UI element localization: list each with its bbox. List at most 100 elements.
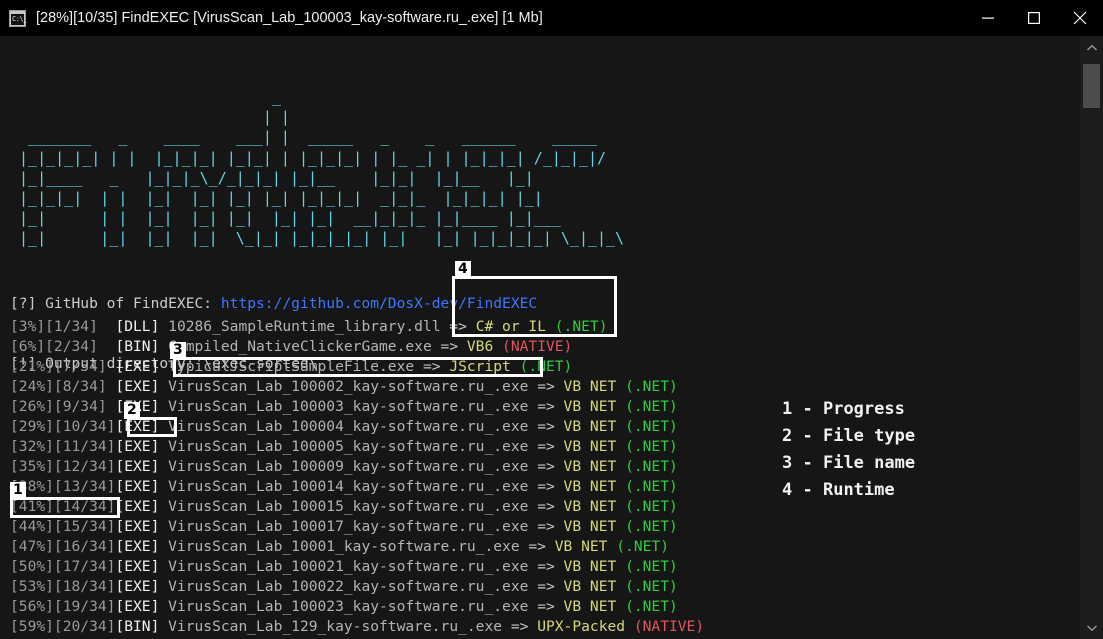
row-runtime: VB NET: [563, 498, 626, 515]
annotation-badge-4: 4: [455, 261, 471, 278]
row-progress: [6%][2/34]: [10, 338, 116, 355]
row-progress: [47%][16/34]: [10, 538, 116, 555]
row-runtime-tag: (.NET): [625, 398, 678, 415]
maximize-icon: [1028, 12, 1040, 24]
legend-item-dash: -: [802, 399, 823, 419]
legend-item-label: Runtime: [822, 480, 895, 500]
row-file-type: [EXE]: [115, 518, 169, 535]
row-file-type: [EXE]: [115, 558, 169, 575]
legend-item: 2 - File type: [782, 423, 915, 450]
row-file-name: VirusScan_Lab_100021_kay-software.ru_.ex…: [168, 558, 538, 575]
chevron-up-icon: [1086, 44, 1097, 51]
row-runtime: VB NET: [563, 598, 626, 615]
row-progress: [35%][12/34]: [10, 458, 116, 475]
row-file-name: 10286_SampleRuntime_library.dll: [168, 318, 450, 335]
row-runtime: VB NET: [554, 538, 617, 555]
annotation-badge-3: 3: [170, 342, 186, 359]
window-title: [28%][10/35] FindEXEC [VirusScan_Lab_100…: [36, 10, 543, 26]
row-arrow: =>: [537, 478, 564, 495]
row-runtime-tag: (.NET): [625, 478, 678, 495]
row-arrow: =>: [537, 518, 564, 535]
application-window: [28%][10/35] FindEXEC [VirusScan_Lab_100…: [0, 0, 1103, 639]
row-file-type: [BIN]: [115, 338, 169, 355]
row-file-name: VirusScan_Lab_100023_kay-software.ru_.ex…: [168, 598, 538, 615]
row-arrow: =>: [528, 538, 555, 555]
row-progress: [53%][18/34]: [10, 578, 116, 595]
row-arrow: =>: [537, 558, 564, 575]
row-progress: [56%][19/34]: [10, 598, 116, 615]
minimize-button[interactable]: [965, 0, 1011, 36]
row-runtime: VB NET: [563, 578, 626, 595]
row-progress: [50%][17/34]: [10, 558, 116, 575]
annotation-box-3: [173, 357, 543, 377]
row-file-type: [BIN]: [115, 618, 169, 635]
row-runtime-tag: (.NET): [625, 418, 678, 435]
github-line-prefix: [?] GitHub of FindEXEC:: [10, 295, 221, 312]
row-file-name: VirusScan_Lab_100017_kay-software.ru_.ex…: [168, 518, 538, 535]
row-runtime: VB NET: [563, 418, 626, 435]
list-item: [29%][10/34][EXE] VirusScan_Lab_100004_k…: [10, 417, 704, 437]
row-file-name: VirusScan_Lab_100015_kay-software.ru_.ex…: [168, 498, 538, 515]
row-progress: [29%][10/34]: [10, 418, 116, 435]
row-arrow: =>: [537, 458, 564, 475]
list-item: [53%][18/34][EXE] VirusScan_Lab_100022_k…: [10, 577, 704, 597]
row-arrow: =>: [537, 598, 564, 615]
row-runtime-tag: (.NET): [625, 378, 678, 395]
legend-item-label: File type: [822, 426, 916, 446]
row-progress: [32%][11/34]: [10, 438, 116, 455]
row-runtime-tag: (NATIVE): [633, 618, 705, 635]
scrollbar-down-button[interactable]: [1080, 616, 1103, 639]
row-progress: [59%][20/34]: [10, 618, 116, 635]
row-arrow: =>: [537, 578, 564, 595]
row-runtime: VB NET: [563, 438, 626, 455]
maximize-button[interactable]: [1011, 0, 1057, 36]
close-button[interactable]: [1057, 0, 1103, 36]
close-icon: [1073, 11, 1087, 25]
list-item: [50%][17/34][EXE] VirusScan_Lab_100021_k…: [10, 557, 704, 577]
chevron-down-icon: [1086, 624, 1097, 631]
row-progress: [26%][9/34]: [10, 398, 116, 415]
row-file-type: [DLL]: [115, 318, 169, 335]
title-bar[interactable]: [28%][10/35] FindEXEC [VirusScan_Lab_100…: [0, 0, 1103, 36]
annotation-box-1: [10, 497, 120, 518]
row-arrow: =>: [510, 618, 538, 635]
vertical-scrollbar[interactable]: [1080, 36, 1103, 639]
row-file-type: [EXE]: [115, 438, 169, 455]
row-runtime: VB NET: [563, 478, 626, 495]
row-file-type: [EXE]: [115, 458, 169, 475]
row-file-name: Compiled_NativeClickerGame.exe: [168, 338, 441, 355]
row-file-type: [EXE]: [115, 358, 169, 375]
row-file-type: [EXE]: [115, 578, 169, 595]
list-item: [38%][13/34][EXE] VirusScan_Lab_100014_k…: [10, 477, 704, 497]
row-runtime-tag: (.NET): [616, 538, 669, 555]
legend-item-label: File name: [822, 453, 916, 473]
row-runtime-tag: (.NET): [625, 518, 678, 535]
row-progress: [21%][7/34]: [10, 358, 116, 375]
row-file-type: [EXE]: [115, 378, 169, 395]
cmd-console-icon: [9, 9, 27, 27]
row-arrow: =>: [537, 378, 564, 395]
row-arrow: =>: [537, 418, 564, 435]
legend-item-dash: -: [802, 453, 823, 473]
legend-item: 1 - Progress: [782, 396, 915, 423]
scrollbar-up-button[interactable]: [1080, 36, 1103, 59]
row-file-name: VirusScan_Lab_129_kay-software.ru_.exe: [168, 618, 511, 635]
row-runtime-tag: (.NET): [625, 558, 678, 575]
legend-item: 3 - File name: [782, 450, 915, 477]
row-file-type: [EXE]: [115, 538, 169, 555]
legend-item-dash: -: [802, 480, 823, 500]
scrollbar-thumb[interactable]: [1083, 64, 1100, 108]
row-file-name: VirusScan_Lab_100014_kay-software.ru_.ex…: [168, 478, 538, 495]
row-runtime-tag: (.NET): [625, 578, 678, 595]
row-runtime-tag: (.NET): [625, 438, 678, 455]
annotation-badge-1: 1: [10, 482, 26, 499]
row-runtime-tag: (.NET): [625, 598, 678, 615]
list-item: [56%][19/34][EXE] VirusScan_Lab_100023_k…: [10, 597, 704, 617]
row-runtime: VB NET: [563, 518, 626, 535]
row-runtime: VB NET: [563, 558, 626, 575]
row-runtime-tag: (.NET): [625, 498, 678, 515]
list-item: [26%][9/34] [EXE] VirusScan_Lab_100003_k…: [10, 397, 704, 417]
list-item: [47%][16/34][EXE] VirusScan_Lab_10001_ka…: [10, 537, 704, 557]
row-runtime-tag: (NATIVE): [502, 338, 573, 355]
console-output-area[interactable]: _ | | _______ _ ____ ___| | _____ _ _ __…: [0, 36, 1080, 639]
